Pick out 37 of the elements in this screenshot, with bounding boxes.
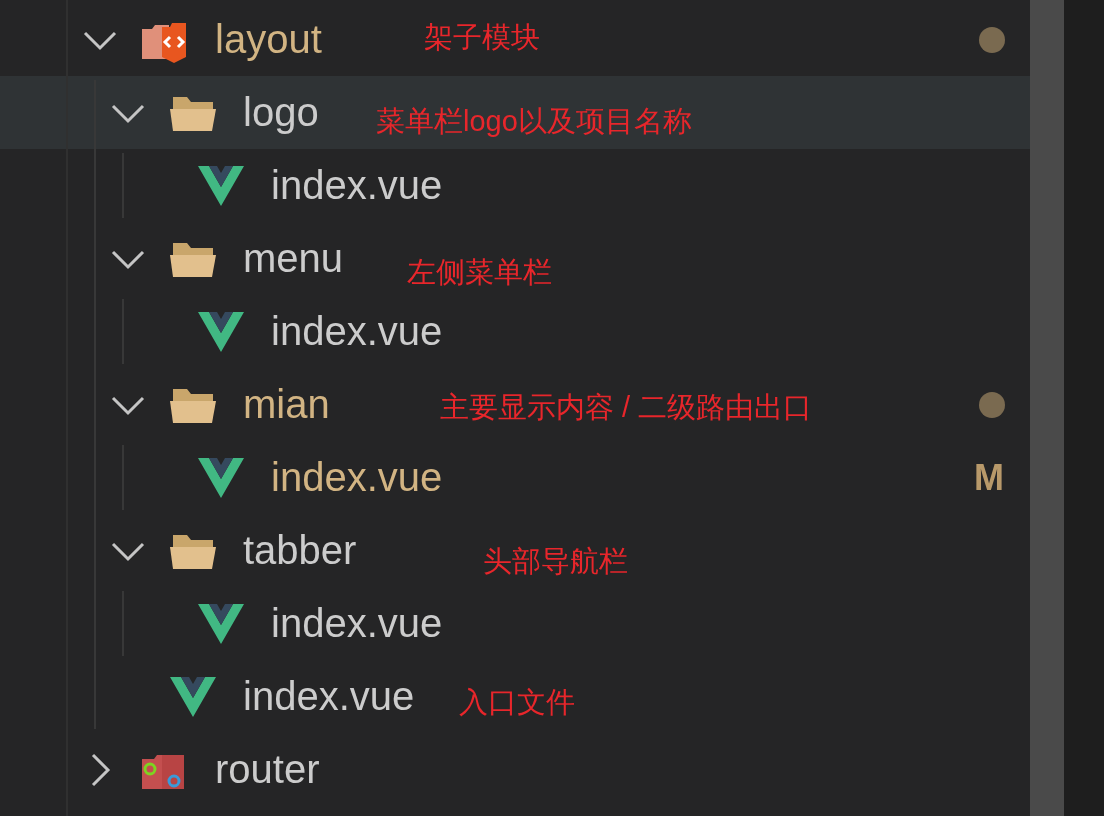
modified-dot [979, 26, 1005, 53]
scrollbar[interactable] [1030, 0, 1064, 816]
git-status-letter: M [974, 456, 1004, 499]
folder-name: layout [215, 17, 322, 62]
folder-name: router [215, 747, 320, 792]
annotation: 菜单栏logo以及项目名称 [376, 104, 692, 138]
file-name: index.vue [271, 163, 443, 208]
annotation: 左侧菜单栏 [407, 255, 552, 289]
file-name: index.vue [271, 601, 443, 646]
tree-item[interactable]: layout 架子模块 [0, 3, 1030, 76]
vue-icon [168, 674, 218, 719]
vue-icon [196, 601, 246, 646]
tree-item[interactable]: router [0, 733, 1030, 806]
folder-name: mian [243, 382, 330, 427]
file-name: index.vue [271, 309, 443, 354]
tree-item[interactable]: index.vue [0, 587, 1030, 660]
tree-item[interactable]: mian 主要显示内容 / 二级路由出口 [0, 368, 1030, 441]
folder-name: logo [243, 90, 319, 135]
tree-item[interactable]: menu 左侧菜单栏 [0, 222, 1030, 295]
annotation: 主要显示内容 / 二级路由出口 [440, 390, 813, 424]
file-name: index.vue [243, 674, 415, 719]
vue-icon [196, 163, 246, 208]
annotation: 架子模块 [424, 20, 540, 54]
annotation: 入口文件 [459, 685, 575, 719]
tree-item[interactable]: index.vue M [0, 441, 1030, 514]
annotation: 头部导航栏 [483, 544, 628, 578]
tree-item[interactable]: tabber 头部导航栏 [0, 514, 1030, 587]
folder-name: menu [243, 236, 344, 281]
modified-dot [979, 391, 1005, 418]
tree-item[interactable]: index.vue [0, 295, 1030, 368]
file-name: index.vue [271, 455, 443, 500]
tree-item[interactable]: logo 菜单栏logo以及项目名称 [0, 76, 1030, 149]
tree-item[interactable]: index.vue [0, 149, 1030, 222]
folder-name: tabber [243, 528, 357, 573]
vue-icon [196, 455, 246, 500]
tree-item[interactable]: index.vue 入口文件 [0, 660, 1030, 733]
vue-icon [196, 309, 246, 354]
